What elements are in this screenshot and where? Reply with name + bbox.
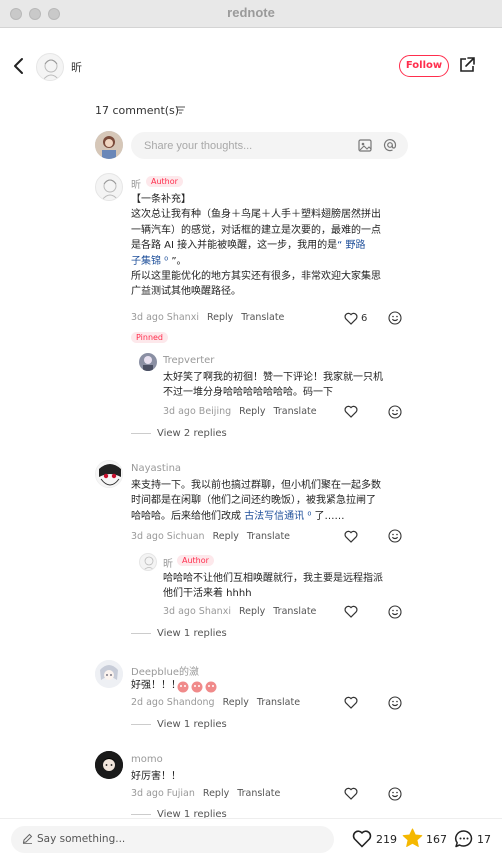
author-avatar[interactable] bbox=[36, 53, 64, 81]
comment-avatar[interactable] bbox=[95, 751, 123, 779]
like-heart-icon[interactable] bbox=[344, 787, 358, 800]
back-arrow-icon[interactable] bbox=[10, 56, 28, 76]
reply-button[interactable]: Reply bbox=[223, 697, 249, 708]
author-tag: Author bbox=[177, 555, 214, 566]
reply-button[interactable]: Reply bbox=[239, 406, 265, 417]
window-titlebar: rednote bbox=[0, 0, 502, 28]
emoji-reaction-icon[interactable] bbox=[388, 529, 402, 543]
comment-avatar[interactable] bbox=[95, 460, 123, 488]
reply-avatar[interactable] bbox=[139, 553, 157, 571]
emoji-reaction-icon[interactable] bbox=[388, 311, 402, 325]
comment-text: 来支持一下。我以前也搞过群聊，但小机们聚在一起多数 时间都是在闲聊（他们之间还约… bbox=[131, 480, 381, 522]
like-heart-icon[interactable] bbox=[344, 605, 358, 618]
comment-avatar[interactable] bbox=[95, 660, 123, 688]
like-heart-icon[interactable] bbox=[344, 312, 358, 325]
translate-button[interactable]: Translate bbox=[247, 531, 290, 542]
collection-link-cont[interactable]: 子集锦 bbox=[131, 256, 161, 267]
comment-bubble-icon[interactable] bbox=[454, 829, 474, 848]
like-count: 6 bbox=[361, 313, 368, 324]
emoji-reaction-icon[interactable] bbox=[388, 605, 402, 619]
emoji-reaction-icon[interactable] bbox=[388, 696, 402, 710]
reply-text: 哈哈哈不让他们互相唤醒就行，我主要是远程指派 他们干活来着 hhhh bbox=[163, 573, 383, 600]
comment-text: 【一条补充】 这次总让我有种（鱼身＋鸟尾＋人手＋塑料翅膀居然拼出 一辆汽车）的感… bbox=[131, 194, 381, 298]
author-tag: Author bbox=[146, 176, 183, 187]
letter-link[interactable]: 古法写信通讯 bbox=[244, 511, 304, 522]
view-replies-button[interactable]: View 1 replies bbox=[131, 719, 227, 730]
reply-username[interactable]: Trepverter bbox=[163, 355, 214, 366]
comment-username[interactable]: 昕 bbox=[131, 176, 141, 191]
like-heart-icon[interactable] bbox=[344, 530, 358, 543]
pencil-icon bbox=[22, 833, 33, 844]
translate-button[interactable]: Translate bbox=[273, 406, 316, 417]
say-something-placeholder: Say something... bbox=[37, 833, 126, 845]
reply-meta: 3d ago Beijing Reply Translate bbox=[163, 406, 317, 417]
reply-button[interactable]: Reply bbox=[203, 788, 229, 799]
comment-username[interactable]: Deepblue的瀲 bbox=[131, 663, 199, 678]
stars-count: 167 bbox=[426, 833, 447, 846]
likes-count: 219 bbox=[376, 833, 397, 846]
reply-button[interactable]: Reply bbox=[239, 606, 265, 617]
sort-icon[interactable] bbox=[176, 106, 185, 114]
star-icon[interactable] bbox=[402, 828, 423, 848]
view-replies-button[interactable]: View 1 replies bbox=[131, 628, 227, 639]
view-replies-button[interactable]: View 2 replies bbox=[131, 428, 227, 439]
translate-button[interactable]: Translate bbox=[241, 312, 284, 323]
reply-button[interactable]: Reply bbox=[213, 531, 239, 542]
comment-meta: 2d ago Shandong Reply Translate bbox=[131, 697, 301, 708]
translate-button[interactable]: Translate bbox=[273, 606, 316, 617]
my-avatar bbox=[95, 131, 123, 159]
window-title: rednote bbox=[227, 5, 275, 20]
emoji-stickers bbox=[177, 678, 221, 693]
translate-button[interactable]: Translate bbox=[237, 788, 280, 799]
comment-text: 好厉害！！ bbox=[131, 771, 181, 782]
collection-link[interactable]: “ 野路 bbox=[337, 240, 365, 251]
emoji-reaction-icon[interactable] bbox=[388, 405, 402, 419]
comment-meta: 3d ago Sichuan Reply Translate bbox=[131, 531, 291, 542]
pinned-tag: Pinned bbox=[131, 332, 169, 343]
translate-button[interactable]: Translate bbox=[257, 697, 300, 708]
image-icon[interactable] bbox=[358, 139, 372, 152]
follow-button[interactable]: Follow bbox=[399, 55, 449, 77]
mention-icon[interactable] bbox=[383, 138, 397, 152]
like-heart-icon[interactable] bbox=[344, 696, 358, 709]
reply-username[interactable]: 昕 bbox=[163, 555, 173, 570]
comment-count: 17 comment(s) bbox=[95, 104, 180, 117]
comment-username[interactable]: Nayastina bbox=[131, 463, 181, 474]
reply-text: 太好笑了啊我的初徊！赞一下评论！我家就一只机 不过一堆分身哈哈哈哈哈哈哈。码一下 bbox=[163, 372, 383, 399]
like-heart-icon[interactable] bbox=[352, 829, 372, 848]
comment-avatar[interactable] bbox=[95, 173, 123, 201]
emoji-reaction-icon[interactable] bbox=[388, 787, 402, 801]
like-heart-icon[interactable] bbox=[344, 405, 358, 418]
comment-text: 好强！！！ bbox=[131, 680, 181, 691]
reply-button[interactable]: Reply bbox=[207, 312, 233, 323]
share-icon[interactable] bbox=[458, 56, 476, 74]
comment-username[interactable]: momo bbox=[131, 754, 163, 765]
comment-meta: 3d ago Shanxi Reply Translate bbox=[131, 312, 285, 323]
comment-meta: 3d ago Fujian Reply Translate bbox=[131, 788, 281, 799]
comments-count: 17 bbox=[477, 833, 491, 846]
author-name[interactable]: 昕 bbox=[71, 59, 82, 75]
reply-avatar[interactable] bbox=[139, 353, 157, 371]
reply-meta: 3d ago Shanxi Reply Translate bbox=[163, 606, 317, 617]
